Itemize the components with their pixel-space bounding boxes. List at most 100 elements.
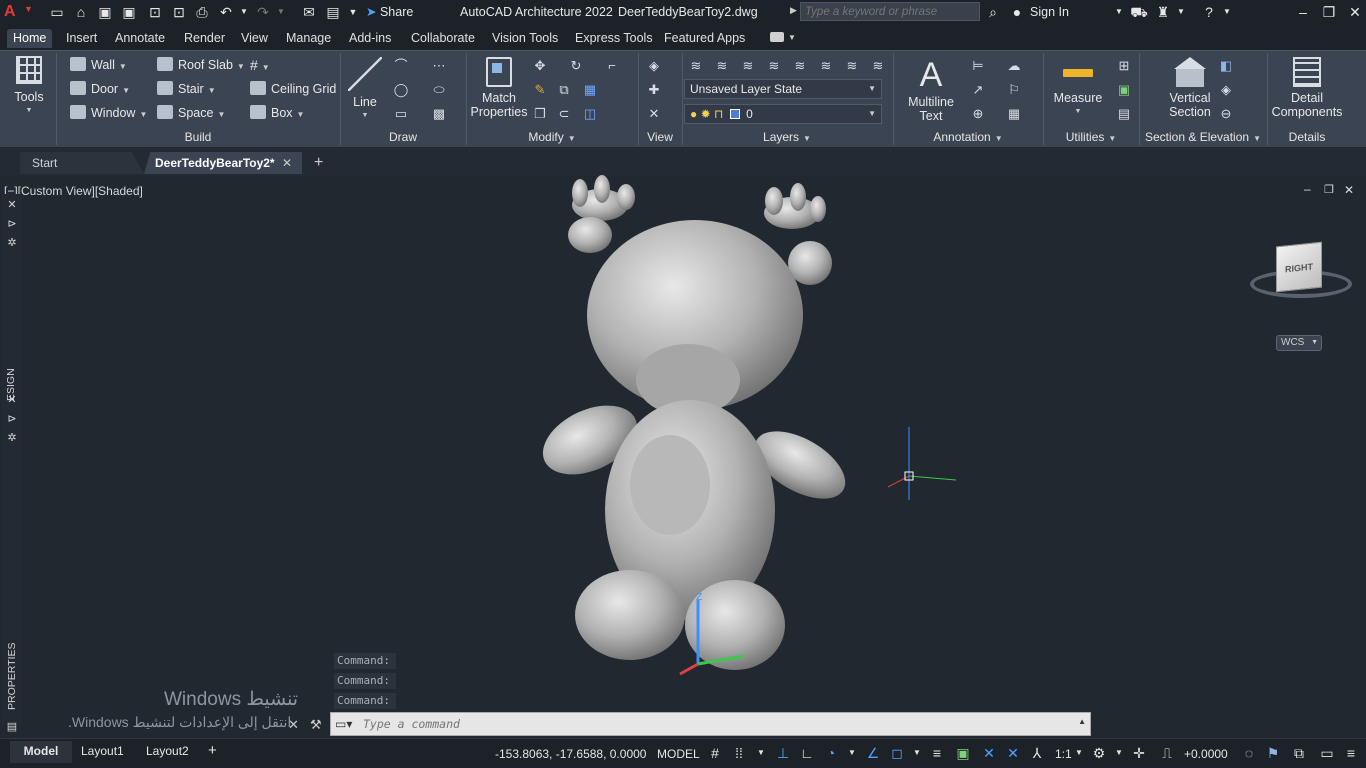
palette-close-icon[interactable]: ✕ [5, 198, 19, 212]
layout-tab-2[interactable]: Layout2 [146, 741, 189, 761]
viewport-restore-icon[interactable]: ❐ [1324, 183, 1334, 196]
minimize-icon[interactable]: – [1294, 3, 1312, 21]
viewport-config-icon[interactable]: ✕ [646, 106, 662, 122]
search-input[interactable] [800, 2, 980, 21]
layer-isolate-icon[interactable]: ≋ [714, 58, 730, 74]
line-button[interactable]: Line ▼ [345, 57, 385, 123]
isolate-objects-icon[interactable]: ◌ [1240, 744, 1258, 762]
command-line[interactable]: ▭▾ ▲ [330, 712, 1091, 736]
model-space-button[interactable]: MODEL [657, 745, 700, 763]
save-web-icon[interactable]: ⊡ [170, 3, 188, 21]
app-menu-caret[interactable]: ▼ [24, 4, 33, 14]
layout-tab-1[interactable]: Layout1 [81, 741, 124, 761]
array-icon[interactable]: ▦ [582, 82, 598, 98]
tab-collaborate[interactable]: Collaborate [411, 29, 475, 48]
callout-icon[interactable]: ⊖ [1218, 106, 1234, 122]
vertical-section-button[interactable]: Vertical Section [1160, 57, 1220, 119]
save-icon[interactable]: ▣ [96, 3, 114, 21]
viewcube-face[interactable]: RIGHT [1276, 241, 1322, 293]
tab-manage[interactable]: Manage [286, 29, 331, 48]
calculator-icon[interactable]: ▤ [1116, 106, 1132, 122]
tab-express-tools[interactable]: Express Tools [575, 29, 653, 48]
stair-button[interactable]: Stair ▼ [157, 81, 216, 99]
search-expand-icon[interactable]: ▶ [790, 5, 797, 16]
palette-autohide-icon[interactable]: ⊳ [5, 217, 19, 231]
view-panel-label[interactable]: View [638, 130, 682, 144]
transparency-icon[interactable]: ▣ [954, 744, 972, 762]
palette-settings-icon[interactable]: ✲ [5, 236, 19, 250]
table-icon[interactable]: ▦ [1006, 106, 1022, 122]
undo-caret-icon[interactable]: ▼ [235, 3, 253, 21]
tag-icon[interactable]: ⊕ [970, 106, 986, 122]
add-icon[interactable]: ✛ [1130, 744, 1148, 762]
autocad-logo[interactable]: A [4, 3, 20, 21]
annotation-visibility-icon[interactable]: ✕ [980, 744, 998, 762]
arc-icon[interactable]: ⋯ [431, 58, 447, 74]
hatch-icon[interactable]: ▩ [431, 106, 447, 122]
close-icon[interactable]: ✕ [1346, 3, 1364, 21]
command-customize-icon[interactable]: ⚒ [310, 717, 322, 733]
erase-icon[interactable]: ✎ [532, 82, 548, 98]
hardware-acceleration-icon[interactable]: ⚑ [1264, 744, 1282, 762]
draw-panel-label[interactable]: Draw [340, 130, 466, 144]
coordinates-readout[interactable]: -153.8063, -17.6588, 0.0000 [495, 745, 646, 763]
palette2-autohide-icon[interactable]: ⊳ [5, 412, 19, 426]
layer-properties-icon[interactable]: ≋ [688, 58, 704, 74]
grid-icon[interactable]: # [706, 744, 724, 762]
object-snap-icon[interactable]: ◻ [888, 744, 906, 762]
tab-render[interactable]: Render [184, 29, 225, 48]
elevation-icon[interactable]: ⎍ [1158, 744, 1176, 762]
section-elevation-panel-label[interactable]: Section & Elevation ▼ [1139, 130, 1267, 144]
palette2-settings-icon[interactable]: ✲ [5, 431, 19, 445]
palette2-close-icon[interactable]: ✕ [5, 393, 19, 407]
command-input[interactable] [363, 716, 1063, 732]
redo-icon[interactable]: ↷ [254, 3, 272, 21]
modify-panel-label[interactable]: Modify ▼ [466, 130, 638, 144]
scale-icon[interactable]: ◫ [582, 106, 598, 122]
plot-icon[interactable]: ⎙ [193, 3, 211, 21]
layout-tab-model[interactable]: Model [10, 741, 72, 763]
rotate-icon[interactable]: ↻ [568, 58, 584, 74]
layer-walk-icon[interactable]: ≋ [844, 58, 860, 74]
view-cube-icon[interactable]: ◈ [646, 58, 662, 74]
move-icon[interactable]: ✥ [532, 58, 548, 74]
tab-view[interactable]: View [241, 29, 268, 48]
clean-screen-icon[interactable]: ⧉ [1290, 744, 1308, 762]
annotation-panel-label[interactable]: Annotation ▼ [893, 130, 1043, 144]
viewcube[interactable]: RIGHT [1248, 240, 1354, 310]
ribbon-minimize-icon[interactable] [770, 32, 784, 42]
customize-caret-icon[interactable]: ▼ [344, 3, 362, 21]
wcs-menu[interactable]: WCS ▼ [1276, 335, 1322, 351]
open-web-icon[interactable]: ⊡ [146, 3, 164, 21]
layer-dropdown[interactable]: ● ✹ ⊓ 0 ▼ [684, 104, 882, 124]
detail-components-button[interactable]: Detail Components [1270, 57, 1344, 119]
scale-caret-icon[interactable]: ▼ [1070, 744, 1088, 762]
layer-freeze-icon[interactable]: ≋ [766, 58, 782, 74]
space-button[interactable]: Space ▼ [157, 105, 225, 123]
window-button[interactable]: Window ▼ [70, 105, 147, 123]
measure-button[interactable]: Measure ▼ [1050, 59, 1106, 119]
autodesk-app-icon[interactable]: ♜ [1154, 3, 1172, 21]
wall-button[interactable]: Wall ▼ [70, 57, 127, 75]
select-similar-icon[interactable]: ▣ [1116, 82, 1132, 98]
redo-caret-icon[interactable]: ▼ [272, 3, 290, 21]
tab-home[interactable]: Home [7, 29, 53, 48]
fillet-icon[interactable]: ⌐ [604, 58, 620, 74]
signin-caret-icon[interactable]: ▼ [1110, 3, 1128, 21]
open-icon[interactable]: ⌂ [72, 3, 90, 21]
ceiling-grid-button[interactable]: Ceiling Grid [250, 81, 336, 97]
new-icon[interactable]: ▭ [48, 3, 66, 21]
layer-state-dropdown[interactable]: Unsaved Layer State ▼ [684, 79, 882, 99]
tools-button[interactable]: Tools ▼ [10, 56, 48, 118]
annotation-scale-icon[interactable]: ⅄ [1028, 744, 1046, 762]
close-tab-icon[interactable]: ✕ [282, 152, 292, 174]
snap-icon[interactable]: ⁞⁞ [730, 744, 748, 762]
elevation-icon[interactable]: ◈ [1218, 82, 1234, 98]
new-tab-icon[interactable]: + [314, 152, 323, 174]
rectangle-icon[interactable]: ▭ [393, 106, 409, 122]
search-icon[interactable]: ⌕ [984, 3, 1002, 21]
add-layout-icon[interactable]: + [208, 741, 217, 761]
viewport-minimize-icon[interactable]: – [1304, 182, 1311, 196]
tab-add-ins[interactable]: Add-ins [349, 29, 391, 48]
roof-slab-button[interactable]: Roof Slab ▼ [157, 57, 245, 75]
